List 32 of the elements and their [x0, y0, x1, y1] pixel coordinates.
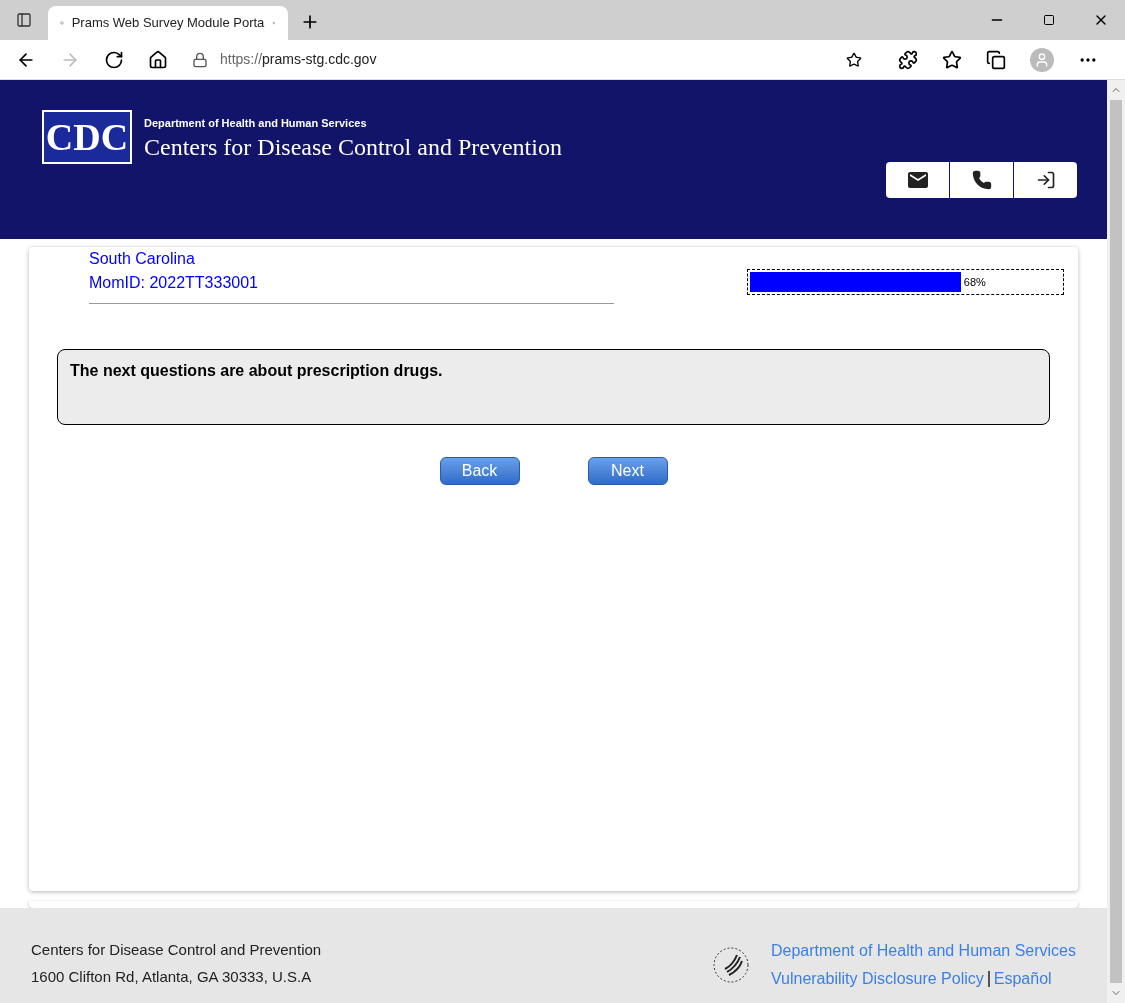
footer-link[interactable]: Vulnerability Disclosure Policy: [770, 967, 984, 991]
footer-link[interactable]: Department of Health and Human Services: [770, 939, 1076, 963]
favorites-icon[interactable]: [942, 49, 962, 70]
nav-button[interactable]: Back: [439, 457, 520, 485]
state-name: South Carolina: [89, 249, 196, 269]
favorite-icon[interactable]: [846, 51, 862, 68]
mom-id: MomID: 2022TT333001: [89, 273, 259, 293]
department-name: Department of Health and Human Services: [144, 116, 368, 131]
maximize-icon[interactable]: [1043, 14, 1055, 26]
logo-text: CDC: [45, 118, 129, 156]
exit-icon: [1035, 170, 1056, 190]
reload-icon[interactable]: [104, 49, 124, 70]
phone-button[interactable]: [950, 162, 1013, 198]
lock-icon: [192, 51, 208, 68]
browser-tab[interactable]: Prams Web Survey Module Porta: [48, 6, 288, 40]
question-text: The next questions are about prescription drugs.: [70, 362, 443, 379]
footer-org: Centers for Disease Control and Prevention: [31, 940, 322, 960]
nav-button[interactable]: Next: [587, 457, 668, 485]
footer-address: 1600 Clifton Rd, Atlanta, GA 30333, U.S.A: [31, 966, 313, 987]
url-text: https://prams-stg.cdc.gov: [220, 50, 378, 69]
extensions-icon[interactable]: [898, 49, 918, 70]
email-button[interactable]: [886, 162, 949, 198]
tab-actions-icon[interactable]: [16, 12, 32, 28]
collections-icon[interactable]: [986, 49, 1006, 70]
eagle-seal-icon: [710, 945, 751, 985]
agency-name: Centers for Disease Control and Prevention: [144, 132, 562, 162]
home-icon[interactable]: [148, 49, 168, 70]
logout-button[interactable]: [1014, 162, 1077, 198]
tab-title: Prams Web Survey Module Porta: [71, 14, 265, 33]
footer-link[interactable]: Español: [993, 967, 1052, 991]
progress-percent: 68%: [963, 274, 986, 290]
phone-icon: [971, 170, 992, 190]
